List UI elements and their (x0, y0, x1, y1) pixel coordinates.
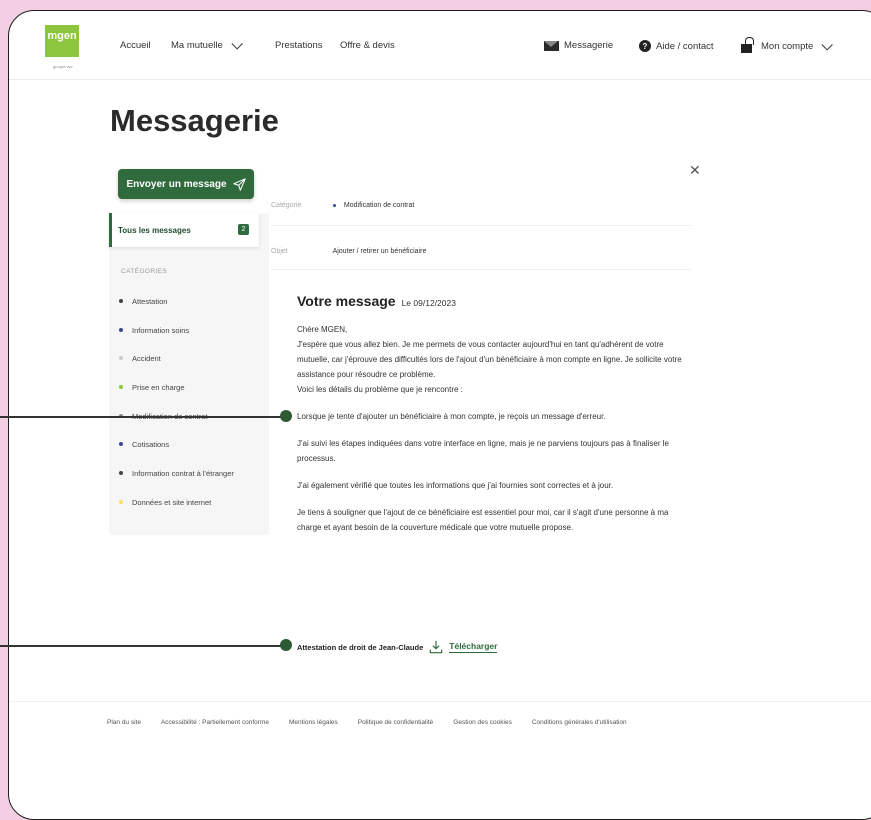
category-field-value: Modification de contrat (343, 202, 415, 209)
category-item[interactable]: Attestation (119, 297, 234, 326)
nav-mon-compte-label: Mon compte (761, 41, 814, 52)
footer-link[interactable]: Accessibilité : Partiellement conforme (161, 719, 269, 726)
nav-aide-contact[interactable]: ? Aide / contact (639, 40, 714, 52)
footer-link[interactable]: Politique de confidentialité (358, 719, 434, 726)
category-label: Information soins (132, 325, 190, 335)
attachment-row: Attestation de droit de Jean-Claude Télé… (297, 640, 498, 654)
footer-divider (9, 701, 871, 702)
message-paragraph: Je tiens à souligner que l'ajout de ce b… (297, 508, 669, 532)
download-icon[interactable] (429, 640, 443, 654)
footer: Plan du site Accessibilité : Partielleme… (107, 719, 627, 726)
category-item[interactable]: Information soins (119, 326, 234, 355)
category-item[interactable]: Accident (119, 354, 234, 383)
send-plane-icon (232, 177, 246, 191)
message-paragraph: Lorsque je tente d'ajouter un bénéficiai… (297, 412, 606, 421)
mgen-logo[interactable]: mgen (45, 25, 79, 57)
message-paragraph: Chère MGEN, J'espère que vous allez bien… (297, 325, 682, 394)
page-title: Messagerie (110, 103, 279, 138)
message-subject-row: Objet Ajouter / retirer un bénéficiaire (271, 248, 426, 255)
all-messages-label: Tous les messages (118, 225, 191, 235)
message-date: Le 09/12/2023 (401, 298, 456, 308)
category-item[interactable]: Données et site internet (119, 498, 234, 527)
category-item[interactable]: Information contrat à l'étranger (119, 469, 234, 498)
category-dot-icon (119, 442, 123, 447)
nav-offre-devis[interactable]: Offre & devis (340, 40, 395, 51)
sidebar: Tous les messages 2 CATÉGORIES Attestati… (109, 213, 269, 535)
chevron-down-icon (821, 38, 834, 51)
category-dot-icon (119, 356, 123, 361)
categories-title: CATÉGORIES (121, 268, 168, 275)
category-dot-icon (119, 299, 123, 303)
send-message-button[interactable]: Envoyer un message (118, 169, 254, 199)
footer-link[interactable]: Gestion des cookies (453, 719, 512, 726)
logo-subtext: groupe vyv (53, 64, 73, 69)
help-icon: ? (639, 40, 651, 52)
footer-link[interactable]: Mentions légales (289, 719, 338, 726)
category-item[interactable]: Prise en charge (119, 383, 234, 412)
category-item[interactable]: Cotisations (119, 440, 234, 469)
nav-messagerie-label: Messagerie (564, 40, 614, 51)
category-dot-icon (119, 499, 123, 504)
all-messages-item[interactable]: Tous les messages 2 (109, 213, 259, 247)
message-title-text: Votre message (297, 293, 396, 309)
category-dot-icon (119, 385, 123, 390)
category-label: Prise en charge (132, 383, 185, 393)
nav-prestations-label: Prestations (275, 40, 323, 51)
message-paragraph: J'ai également vérifié que toutes les in… (297, 481, 614, 490)
send-message-label: Envoyer un message (126, 178, 227, 190)
category-dot-icon (119, 327, 123, 332)
message-paragraph: J'ai suivi les étapes indiquées dans vot… (297, 439, 669, 463)
category-label: Données et site internet (132, 497, 212, 507)
logo-text: mgen (47, 30, 77, 42)
message-title: Votre message Le 09/12/2023 (297, 293, 456, 309)
category-label: Information contrat à l'étranger (132, 469, 234, 479)
message-body: Chère MGEN, J'espère que vous allez bien… (297, 322, 685, 547)
category-list: Attestation Information soins Accident P… (119, 297, 234, 527)
nav-aide-label: Aide / contact (656, 40, 714, 52)
annotation-dot (280, 410, 292, 422)
divider (271, 225, 691, 226)
category-label: Attestation (132, 297, 168, 306)
attachment-name: Attestation de droit de Jean-Claude (297, 642, 424, 652)
annotation-dot (280, 639, 292, 651)
footer-link[interactable]: Conditions générales d'utilisation (532, 719, 627, 726)
category-dot-icon (119, 471, 123, 476)
nav-ma-mutuelle[interactable]: Ma mutuelle (171, 37, 243, 51)
category-dot-icon (332, 203, 336, 207)
app-frame: mgen groupe vyv Accueil Ma mutuelle Pres… (8, 10, 871, 820)
subject-field-value: Ajouter / retirer un bénéficiaire (332, 248, 427, 255)
subject-field-label: Objet (271, 248, 288, 255)
nav-prestations[interactable]: Prestations (275, 40, 323, 51)
nav-offre-devis-label: Offre & devis (340, 40, 395, 51)
top-nav: mgen groupe vyv Accueil Ma mutuelle Pres… (9, 11, 871, 80)
divider (271, 269, 691, 270)
nav-mon-compte[interactable]: Mon compte (741, 37, 834, 53)
nav-accueil-label: Accueil (120, 40, 151, 51)
close-icon[interactable]: ✕ (689, 162, 701, 179)
category-field-label: Catégorie (271, 202, 302, 209)
nav-ma-mutuelle-label: Ma mutuelle (171, 40, 223, 51)
mail-icon (544, 40, 559, 51)
category-label: Cotisations (132, 440, 170, 450)
annotation-line (0, 645, 282, 647)
message-category-row: Catégorie Modification de contrat (271, 202, 414, 209)
download-link[interactable]: Télécharger (449, 641, 498, 653)
category-label: Accident (132, 354, 161, 364)
footer-link[interactable]: Plan du site (107, 719, 141, 726)
lock-icon (741, 37, 754, 53)
nav-messagerie[interactable]: Messagerie (544, 40, 613, 51)
message-count-badge: 2 (238, 224, 249, 235)
chevron-down-icon (231, 37, 243, 50)
annotation-line (0, 416, 282, 418)
nav-accueil[interactable]: Accueil (120, 40, 151, 51)
